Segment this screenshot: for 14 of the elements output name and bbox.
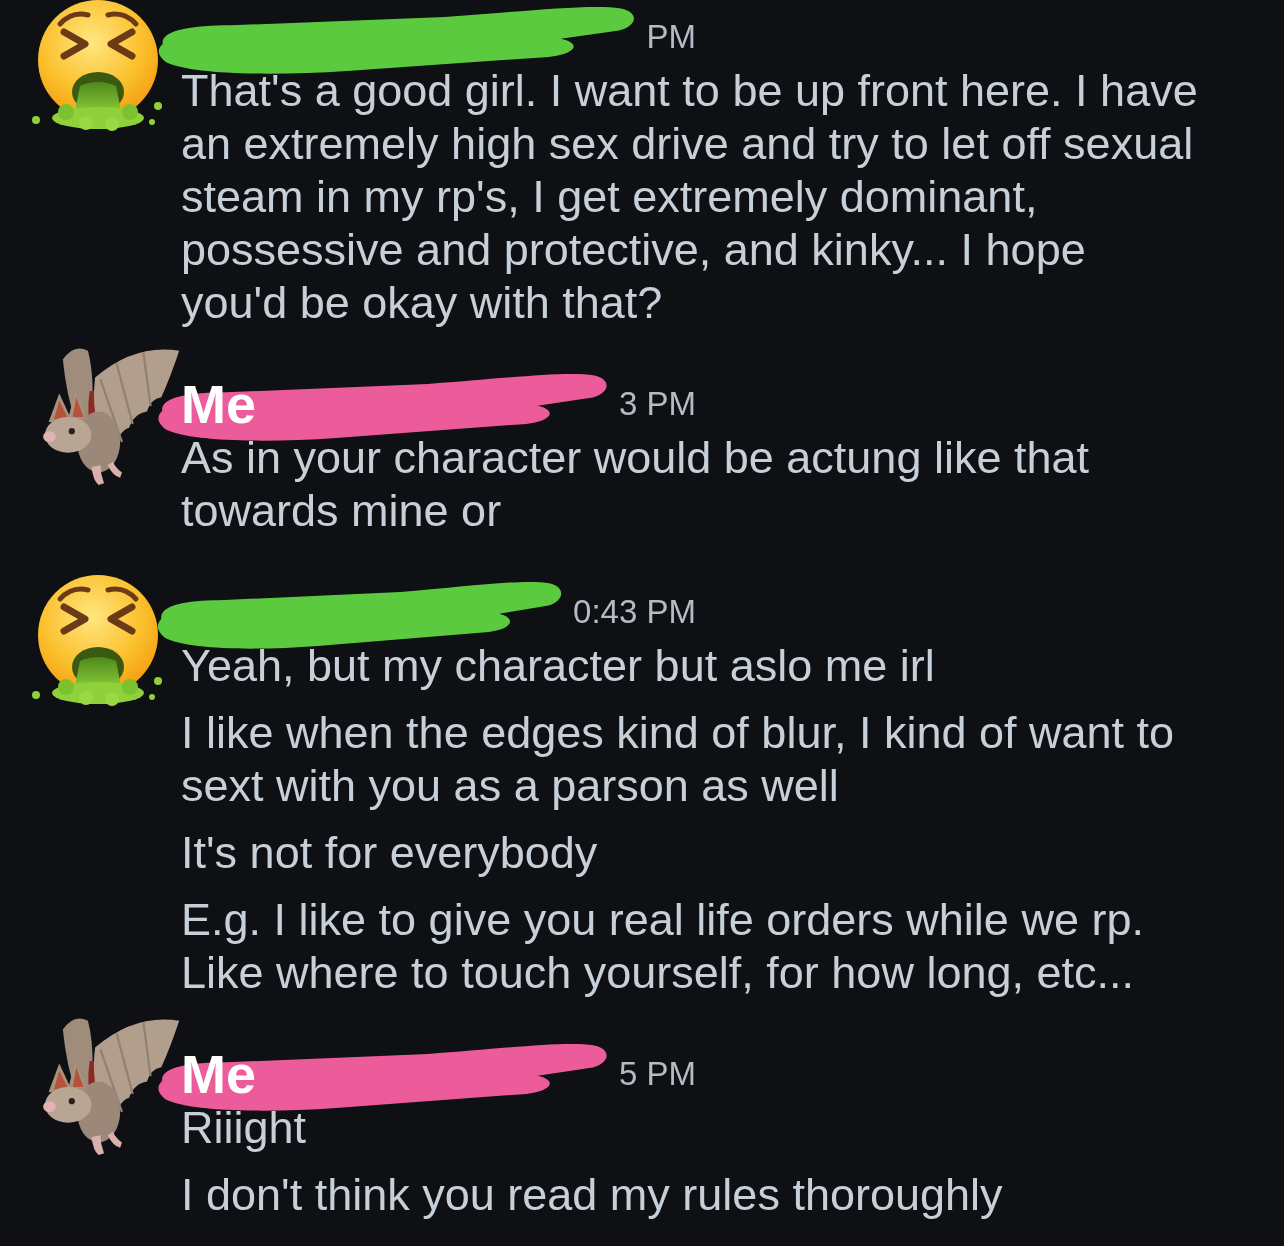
message-text: It's not for everybody xyxy=(181,826,599,879)
timestamp: 3 PM xyxy=(618,384,696,424)
timestamp: PM xyxy=(646,17,696,57)
timestamp: 5 PM xyxy=(618,1054,696,1094)
timestamp: 0:43 PM xyxy=(573,592,696,632)
message-text: That's a good girl. I want to be up front here. I have an extremely high sex drive and try to let off sexual steam in my rp's, I get extremely dominant, possessive and protective, and kinky... I hope you'd be okay with that? xyxy=(181,64,1199,329)
author-name: Me xyxy=(181,1047,256,1101)
message-text: As in your character would be actung like that towards mine or xyxy=(181,431,1090,537)
message-text: E.g. I like to give you real life orders while we rp. Like where to touch yourself, for how long, etc... xyxy=(181,893,1145,999)
message-text: Riiight xyxy=(181,1101,308,1154)
message-text: I don't think you read my rules thoroughly xyxy=(181,1168,1004,1221)
message-text: Yeah, but my character but aslo me irl xyxy=(181,639,936,692)
message-text: I like when the edges kind of blur, I kind of want to sext with you as a parson as well xyxy=(181,706,1176,812)
author-name: Me xyxy=(181,377,256,431)
